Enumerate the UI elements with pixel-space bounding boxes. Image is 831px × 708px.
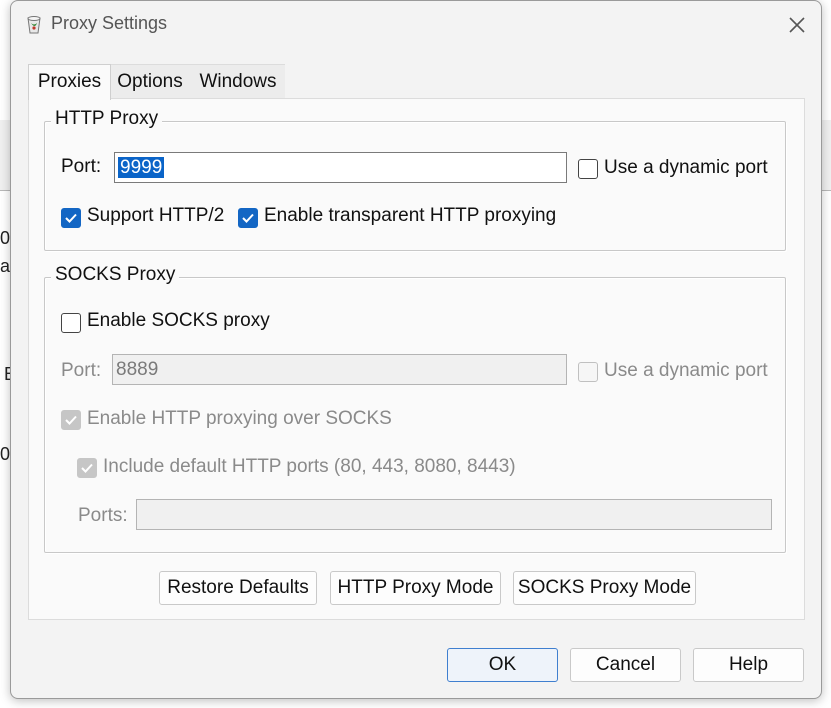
transparent-proxying-checkbox[interactable] xyxy=(238,208,258,228)
checkmark-icon xyxy=(65,415,77,425)
include-default-ports-label: Include default HTTP ports (80, 443, 808… xyxy=(103,456,516,477)
ports-label: Ports: xyxy=(78,505,128,526)
help-button[interactable]: Help xyxy=(693,648,804,682)
socks-proxy-mode-button[interactable]: SOCKS Proxy Mode xyxy=(513,571,696,605)
checkmark-icon xyxy=(81,463,93,473)
http-port-label: Port: xyxy=(61,156,102,177)
proxy-settings-dialog: Proxy Settings Proxies Options Windows H… xyxy=(10,0,822,699)
ports-input[interactable] xyxy=(136,499,772,530)
http-port-value: 9999 xyxy=(118,157,165,178)
socks-port-label: Port: xyxy=(61,360,102,381)
http-dynamic-port-checkbox[interactable] xyxy=(578,159,598,179)
tab-proxies[interactable]: Proxies xyxy=(28,64,111,100)
http-dynamic-port-label: Use a dynamic port xyxy=(604,157,768,178)
http-over-socks-label: Enable HTTP proxying over SOCKS xyxy=(87,408,392,429)
ok-button[interactable]: OK xyxy=(447,648,558,682)
socks-dynamic-port-label: Use a dynamic port xyxy=(604,360,768,381)
app-icon xyxy=(25,15,43,35)
support-http2-checkbox[interactable] xyxy=(61,208,81,228)
socks-port-input[interactable]: 8889 xyxy=(112,354,567,385)
transparent-proxying-label: Enable transparent HTTP proxying xyxy=(264,205,557,226)
socks-proxy-group: SOCKS Proxy Enable SOCKS proxy Port: 888… xyxy=(44,264,786,553)
tab-windows[interactable]: Windows xyxy=(191,64,285,99)
socks-dynamic-port-checkbox[interactable] xyxy=(578,362,598,382)
support-http2-label: Support HTTP/2 xyxy=(87,205,225,226)
http-proxy-group-title: HTTP Proxy xyxy=(51,108,163,130)
tab-options[interactable]: Options xyxy=(109,64,191,99)
title-bar: Proxy Settings xyxy=(11,1,821,49)
enable-socks-label: Enable SOCKS proxy xyxy=(87,310,270,331)
checkmark-icon xyxy=(242,213,254,223)
close-button[interactable] xyxy=(781,9,813,41)
http-proxy-group: HTTP Proxy Port: 9999 Use a dynamic port… xyxy=(44,108,786,251)
proxies-tab-panel: HTTP Proxy Port: 9999 Use a dynamic port… xyxy=(28,98,805,620)
http-port-input[interactable]: 9999 xyxy=(114,152,567,183)
enable-socks-checkbox[interactable] xyxy=(61,313,81,333)
socks-port-value: 8889 xyxy=(116,359,159,380)
cancel-button[interactable]: Cancel xyxy=(570,648,681,682)
http-over-socks-checkbox[interactable] xyxy=(61,410,81,430)
window-title: Proxy Settings xyxy=(51,13,168,33)
restore-defaults-button[interactable]: Restore Defaults xyxy=(159,571,317,605)
socks-proxy-group-title: SOCKS Proxy xyxy=(51,264,180,286)
checkmark-icon xyxy=(65,213,77,223)
include-default-ports-checkbox[interactable] xyxy=(77,458,97,478)
http-proxy-mode-button[interactable]: HTTP Proxy Mode xyxy=(330,571,501,605)
close-icon xyxy=(789,17,805,33)
